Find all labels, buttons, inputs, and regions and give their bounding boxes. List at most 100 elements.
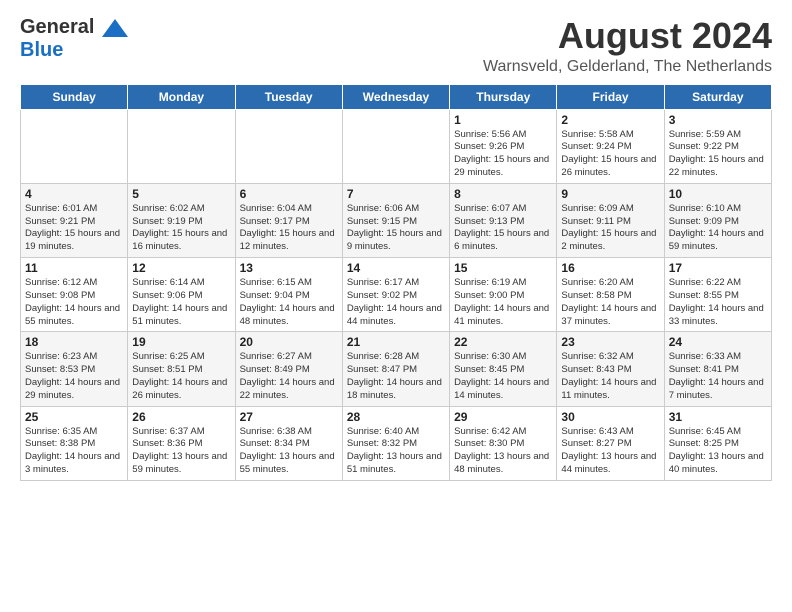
day-info: Sunrise: 6:23 AM Sunset: 8:53 PM Dayligh… <box>25 351 123 402</box>
header: General Blue August 2024 Warnsveld, Geld… <box>20 16 772 76</box>
calendar-cell: 19 Sunrise: 6:25 AM Sunset: 8:51 PM Dayli… <box>128 332 235 406</box>
calendar-cell: 2Sunrise: 5:58 AM Sunset: 9:24 PM Daylig… <box>557 109 664 183</box>
calendar-cell: 17Sunrise: 6:22 AM Sunset: 8:55 PM Dayli… <box>664 258 771 332</box>
day-number: 14 <box>347 261 445 275</box>
day-number: 29 <box>454 410 552 424</box>
day-info: Sunrise: 6:28 AM Sunset: 8:47 PM Dayligh… <box>347 351 445 402</box>
calendar-cell: 24 Sunrise: 6:33 AM Sunset: 8:41 PM Dayli… <box>664 332 771 406</box>
calendar-cell: 12Sunrise: 6:14 AM Sunset: 9:06 PM Dayli… <box>128 258 235 332</box>
day-number: 25 <box>25 410 123 424</box>
day-info: Sunrise: 6:06 AM Sunset: 9:15 PM Dayligh… <box>347 203 445 254</box>
calendar-cell: 13 Sunrise: 6:15 AM Sunset: 9:04 PM Dayli… <box>235 258 342 332</box>
day-info: Sunrise: 5:59 AM Sunset: 9:22 PM Dayligh… <box>669 129 767 180</box>
calendar-cell: 20 Sunrise: 6:27 AM Sunset: 8:49 PM Dayli… <box>235 332 342 406</box>
day-info: Sunrise: 6:15 AM Sunset: 9:04 PM Dayligh… <box>240 277 338 328</box>
day-info: Sunrise: 6:04 AM Sunset: 9:17 PM Dayligh… <box>240 203 338 254</box>
day-number: 13 <box>240 261 338 275</box>
calendar-dow-thursday: Thursday <box>450 84 557 109</box>
calendar-cell: 27 Sunrise: 6:38 AM Sunset: 8:34 PM Dayli… <box>235 406 342 480</box>
day-info: Sunrise: 6:19 AM Sunset: 9:00 PM Dayligh… <box>454 277 552 328</box>
calendar-dow-saturday: Saturday <box>664 84 771 109</box>
day-info: Sunrise: 6:12 AM Sunset: 9:08 PM Dayligh… <box>25 277 123 328</box>
calendar-cell: 8 Sunrise: 6:07 AM Sunset: 9:13 PM Daylig… <box>450 183 557 257</box>
day-number: 20 <box>240 335 338 349</box>
day-info: Sunrise: 6:14 AM Sunset: 9:06 PM Dayligh… <box>132 277 230 328</box>
logo-text: General Blue <box>20 16 128 62</box>
calendar-cell: 5 Sunrise: 6:02 AM Sunset: 9:19 PM Daylig… <box>128 183 235 257</box>
day-number: 4 <box>25 187 123 201</box>
day-info: Sunrise: 5:58 AM Sunset: 9:24 PM Dayligh… <box>561 129 659 180</box>
title-block: August 2024 Warnsveld, Gelderland, The N… <box>483 16 772 76</box>
day-info: Sunrise: 6:32 AM Sunset: 8:43 PM Dayligh… <box>561 351 659 402</box>
calendar-dow-wednesday: Wednesday <box>342 84 449 109</box>
day-info: Sunrise: 6:20 AM Sunset: 8:58 PM Dayligh… <box>561 277 659 328</box>
day-number: 28 <box>347 410 445 424</box>
calendar-cell: 18 Sunrise: 6:23 AM Sunset: 8:53 PM Dayli… <box>21 332 128 406</box>
calendar-cell <box>21 109 128 183</box>
calendar-cell <box>128 109 235 183</box>
day-info: Sunrise: 6:42 AM Sunset: 8:30 PM Dayligh… <box>454 426 552 477</box>
day-number: 21 <box>347 335 445 349</box>
day-number: 6 <box>240 187 338 201</box>
day-info: Sunrise: 6:22 AM Sunset: 8:55 PM Dayligh… <box>669 277 767 328</box>
calendar-dow-friday: Friday <box>557 84 664 109</box>
calendar-cell: 1 Sunrise: 5:56 AM Sunset: 9:26 PM Daylig… <box>450 109 557 183</box>
day-number: 27 <box>240 410 338 424</box>
calendar-cell: 31 Sunrise: 6:45 AM Sunset: 8:25 PM Dayli… <box>664 406 771 480</box>
calendar-dow-monday: Monday <box>128 84 235 109</box>
day-number: 5 <box>132 187 230 201</box>
logo: General Blue <box>20 16 128 62</box>
calendar-header-row: SundayMondayTuesdayWednesdayThursdayFrid… <box>21 84 772 109</box>
day-number: 23 <box>561 335 659 349</box>
calendar-week-4: 18 Sunrise: 6:23 AM Sunset: 8:53 PM Dayli… <box>21 332 772 406</box>
day-info: Sunrise: 6:27 AM Sunset: 8:49 PM Dayligh… <box>240 351 338 402</box>
calendar-cell: 26Sunrise: 6:37 AM Sunset: 8:36 PM Dayli… <box>128 406 235 480</box>
calendar-cell <box>342 109 449 183</box>
calendar-cell <box>235 109 342 183</box>
day-number: 18 <box>25 335 123 349</box>
day-number: 11 <box>25 261 123 275</box>
day-info: Sunrise: 6:35 AM Sunset: 8:38 PM Dayligh… <box>25 426 123 477</box>
day-info: Sunrise: 6:45 AM Sunset: 8:25 PM Dayligh… <box>669 426 767 477</box>
day-info: Sunrise: 6:33 AM Sunset: 8:41 PM Dayligh… <box>669 351 767 402</box>
day-number: 10 <box>669 187 767 201</box>
day-info: Sunrise: 6:01 AM Sunset: 9:21 PM Dayligh… <box>25 203 123 254</box>
day-number: 24 <box>669 335 767 349</box>
calendar-week-5: 25 Sunrise: 6:35 AM Sunset: 8:38 PM Dayli… <box>21 406 772 480</box>
day-number: 19 <box>132 335 230 349</box>
day-info: Sunrise: 6:02 AM Sunset: 9:19 PM Dayligh… <box>132 203 230 254</box>
calendar-cell: 16 Sunrise: 6:20 AM Sunset: 8:58 PM Dayli… <box>557 258 664 332</box>
day-info: Sunrise: 6:37 AM Sunset: 8:36 PM Dayligh… <box>132 426 230 477</box>
calendar-cell: 29 Sunrise: 6:42 AM Sunset: 8:30 PM Dayli… <box>450 406 557 480</box>
calendar-cell: 10 Sunrise: 6:10 AM Sunset: 9:09 PM Dayli… <box>664 183 771 257</box>
calendar-cell: 30Sunrise: 6:43 AM Sunset: 8:27 PM Dayli… <box>557 406 664 480</box>
calendar-cell: 7Sunrise: 6:06 AM Sunset: 9:15 PM Daylig… <box>342 183 449 257</box>
day-info: Sunrise: 6:09 AM Sunset: 9:11 PM Dayligh… <box>561 203 659 254</box>
day-number: 3 <box>669 113 767 127</box>
calendar-cell: 21 Sunrise: 6:28 AM Sunset: 8:47 PM Dayli… <box>342 332 449 406</box>
page: General Blue August 2024 Warnsveld, Geld… <box>0 0 792 491</box>
calendar-dow-tuesday: Tuesday <box>235 84 342 109</box>
calendar-cell: 6 Sunrise: 6:04 AM Sunset: 9:17 PM Daylig… <box>235 183 342 257</box>
day-info: Sunrise: 6:38 AM Sunset: 8:34 PM Dayligh… <box>240 426 338 477</box>
calendar-cell: 9 Sunrise: 6:09 AM Sunset: 9:11 PM Daylig… <box>557 183 664 257</box>
day-info: Sunrise: 6:43 AM Sunset: 8:27 PM Dayligh… <box>561 426 659 477</box>
calendar-week-1: 1 Sunrise: 5:56 AM Sunset: 9:26 PM Daylig… <box>21 109 772 183</box>
day-number: 1 <box>454 113 552 127</box>
calendar-cell: 14Sunrise: 6:17 AM Sunset: 9:02 PM Dayli… <box>342 258 449 332</box>
day-info: Sunrise: 6:10 AM Sunset: 9:09 PM Dayligh… <box>669 203 767 254</box>
calendar-cell: 22Sunrise: 6:30 AM Sunset: 8:45 PM Dayli… <box>450 332 557 406</box>
day-number: 15 <box>454 261 552 275</box>
day-number: 31 <box>669 410 767 424</box>
day-number: 8 <box>454 187 552 201</box>
day-number: 16 <box>561 261 659 275</box>
day-info: Sunrise: 5:56 AM Sunset: 9:26 PM Dayligh… <box>454 129 552 180</box>
day-info: Sunrise: 6:07 AM Sunset: 9:13 PM Dayligh… <box>454 203 552 254</box>
main-title: August 2024 <box>483 16 772 56</box>
calendar-week-2: 4 Sunrise: 6:01 AM Sunset: 9:21 PM Daylig… <box>21 183 772 257</box>
calendar-cell: 15 Sunrise: 6:19 AM Sunset: 9:00 PM Dayli… <box>450 258 557 332</box>
day-number: 9 <box>561 187 659 201</box>
day-info: Sunrise: 6:25 AM Sunset: 8:51 PM Dayligh… <box>132 351 230 402</box>
day-info: Sunrise: 6:30 AM Sunset: 8:45 PM Dayligh… <box>454 351 552 402</box>
calendar-cell: 3 Sunrise: 5:59 AM Sunset: 9:22 PM Daylig… <box>664 109 771 183</box>
